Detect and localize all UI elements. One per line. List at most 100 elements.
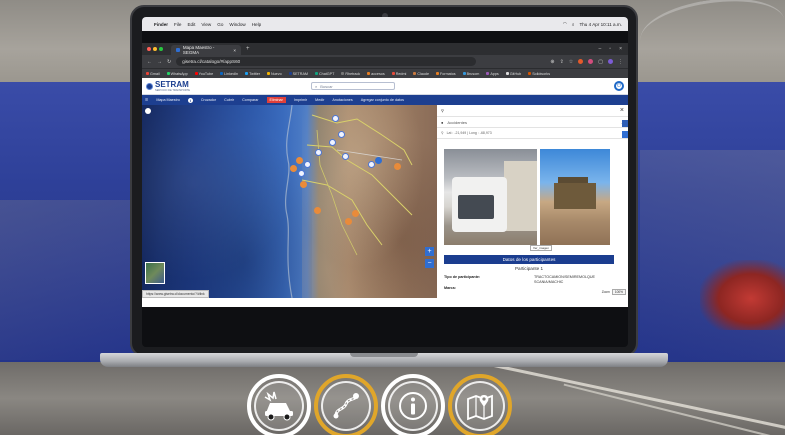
status-url: https://www.gisetra.cl/documento/?/#link	[142, 290, 209, 298]
bookmark-item[interactable]: ChatGPT	[315, 72, 334, 76]
incident-marker[interactable]	[298, 170, 305, 177]
selected-marker[interactable]	[375, 157, 382, 164]
map-legend-toggle[interactable]	[145, 108, 151, 114]
menubar-item-edit[interactable]: Edit	[187, 22, 195, 27]
extensions-icon[interactable]: ▢	[598, 59, 603, 65]
accident-marker[interactable]	[314, 207, 321, 214]
wifi-icon[interactable]: ◠	[563, 21, 567, 27]
bookmark-item[interactable]: GitHub	[505, 72, 521, 76]
menu-dots-icon[interactable]: ⋮	[618, 59, 623, 65]
accident-photo[interactable]	[444, 149, 537, 245]
layer-select[interactable]: Accidentes	[447, 120, 616, 125]
nav-item[interactable]: Anotaciones	[332, 98, 352, 102]
accident-photo[interactable]	[540, 149, 610, 245]
nav-item-active[interactable]: Eliminar	[266, 97, 286, 103]
bookmark-item[interactable]: accesos	[367, 72, 385, 76]
close-tab-icon[interactable]: ×	[233, 48, 236, 53]
accident-marker[interactable]	[394, 163, 401, 170]
bookmark-item[interactable]: YouTube	[194, 72, 213, 76]
reload-icon[interactable]: ↻	[167, 59, 171, 65]
power-icon[interactable]: ⏻	[614, 81, 624, 91]
zoom-out-button[interactable]: −	[425, 259, 434, 268]
nav-item[interactable]: Cubrir	[224, 98, 234, 102]
search-icon[interactable]: ⌕	[572, 22, 575, 27]
accident-marker[interactable]	[352, 210, 359, 217]
bookmark-item[interactable]: Claude	[413, 72, 429, 76]
zoom-icon[interactable]: ⊕	[550, 59, 554, 65]
accident-marker[interactable]	[296, 157, 303, 164]
nav-item[interactable]: Agregar conjunto de datos	[361, 98, 404, 102]
map-view[interactable]: + − https://www.gisetra.cl/documento/?/#…	[142, 105, 437, 298]
bookmark-item[interactable]: Apps	[486, 72, 499, 76]
incident-marker[interactable]	[332, 115, 339, 122]
menubar-item-go[interactable]: Go	[217, 22, 223, 27]
bookmark-item[interactable]: WhatsApp	[166, 72, 188, 76]
profile-avatar[interactable]	[608, 59, 613, 64]
route-button[interactable]	[314, 374, 378, 435]
menubar-app-name[interactable]: Finder	[154, 22, 168, 27]
accident-marker[interactable]	[345, 218, 352, 225]
forward-icon[interactable]: →	[157, 59, 162, 65]
extension-icon[interactable]	[578, 59, 584, 64]
close-icon[interactable]: ×	[619, 46, 622, 52]
crash-button[interactable]	[247, 374, 311, 435]
incident-marker[interactable]	[368, 161, 375, 168]
hamburger-icon[interactable]: ☰	[145, 98, 148, 102]
info-icon	[388, 381, 438, 431]
location-pin-icon: ⚲	[441, 131, 444, 135]
incident-marker[interactable]	[304, 161, 311, 168]
nav-item[interactable]: Cruzador	[201, 98, 216, 102]
incident-marker[interactable]	[329, 139, 336, 146]
bookmark-item[interactable]: Gmail	[146, 72, 160, 76]
incident-marker[interactable]	[315, 149, 322, 156]
bookmark-item[interactable]: LinkedIn	[220, 72, 238, 76]
app-logo[interactable]: SETRAM SERVICIO DE TRANSPORTE	[146, 80, 311, 92]
nav-item[interactable]: Comparar	[242, 98, 258, 102]
maximize-window-icon[interactable]	[159, 47, 163, 51]
accident-marker[interactable]	[300, 181, 307, 188]
bookmark-item[interactable]: Twitter	[245, 72, 260, 76]
bookmark-item[interactable]: Solidworks	[528, 72, 550, 76]
panel-side-button[interactable]	[622, 131, 628, 138]
share-icon[interactable]: ⇪	[560, 59, 564, 65]
zoom-select[interactable]: 100%	[611, 289, 626, 295]
menubar-item-window[interactable]: Window	[229, 22, 245, 27]
app-search-input[interactable]: ⌕ Buscar	[311, 82, 395, 90]
panel-side-button[interactable]	[622, 120, 628, 127]
bookmark-item[interactable]: Nuevo	[266, 72, 282, 76]
minimize-window-icon[interactable]	[153, 47, 157, 51]
bookmark-item[interactable]: Formatos	[436, 72, 456, 76]
extension-icon[interactable]	[588, 59, 594, 64]
menubar-item-help[interactable]: Help	[252, 22, 261, 27]
laptop: Finder File Edit View Go Window Help ◠ ⌕…	[130, 5, 638, 357]
info-button[interactable]	[381, 374, 445, 435]
bookmark-item[interactable]: Brusom	[462, 72, 479, 76]
bookmark-item[interactable]: Rhetrack	[341, 72, 360, 76]
accident-marker[interactable]	[290, 165, 297, 172]
minimize-icon[interactable]: –	[599, 46, 602, 52]
close-panel-icon[interactable]: ×	[620, 107, 624, 114]
info-icon[interactable]: i	[187, 97, 193, 103]
bookmark-item[interactable]: Redmi	[391, 72, 406, 76]
menubar-item-file[interactable]: File	[174, 22, 181, 27]
new-tab-icon[interactable]: +	[246, 46, 250, 52]
basemap-thumbnail[interactable]	[145, 262, 165, 284]
nav-item[interactable]: Imprimir	[294, 98, 307, 102]
nav-item[interactable]: Medir	[315, 98, 324, 102]
globe-logo-icon	[146, 82, 153, 90]
url-field[interactable]: gisetra.cl/catalogo/#/appS60	[176, 57, 477, 66]
restore-icon[interactable]: ▫	[609, 46, 611, 52]
back-icon[interactable]: ←	[147, 59, 152, 65]
close-window-icon[interactable]	[147, 47, 151, 51]
pin-icon[interactable]: ⚲	[441, 108, 444, 113]
incident-marker[interactable]	[342, 153, 349, 160]
nav-menu-label[interactable]: Mapa Maestro	[156, 98, 180, 102]
browser-tab[interactable]: Mapa Maestro - SEGMA ×	[171, 45, 241, 55]
zoom-in-button[interactable]: +	[425, 247, 434, 256]
menubar-item-view[interactable]: View	[201, 22, 211, 27]
photo-caption[interactable]: Ver_imagen	[530, 245, 553, 251]
star-icon[interactable]: ☆	[569, 59, 573, 65]
bookmark-item[interactable]: SETRAM	[288, 72, 308, 76]
incident-marker[interactable]	[338, 131, 345, 138]
location-button[interactable]	[448, 374, 512, 435]
